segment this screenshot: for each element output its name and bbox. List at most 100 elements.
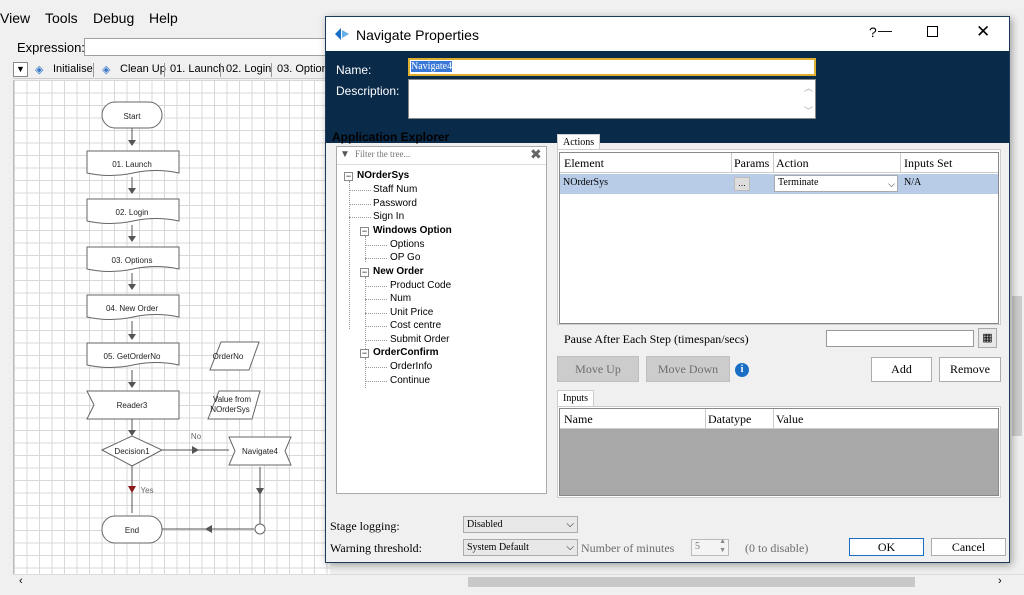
tree-line	[365, 340, 387, 341]
actions-grid-header: Element Params Action Inputs Set	[560, 153, 998, 173]
stage-logging-label: Stage logging:	[330, 519, 400, 533]
help-icon[interactable]: ?	[869, 24, 877, 40]
horizontal-scrollbar[interactable]: ‹ ›	[13, 574, 1024, 588]
warning-threshold-select[interactable]: System Default ⌵	[463, 539, 578, 556]
expression-input[interactable]	[84, 38, 330, 56]
move-down-button[interactable]: Move Down	[646, 356, 730, 382]
menu-debug[interactable]: Debug	[93, 10, 134, 26]
tree-line	[349, 204, 371, 205]
collapse-icon[interactable]: −	[360, 349, 369, 358]
info-icon[interactable]: i	[735, 363, 749, 377]
tree-item-unit-price[interactable]: Unit Price	[390, 307, 433, 318]
app-explorer-title: Application Explorer	[332, 130, 450, 144]
tree-line	[365, 245, 387, 246]
action-value: Terminate	[778, 177, 819, 188]
tree-item-staff-num[interactable]: Staff Num	[373, 184, 417, 195]
tree-line	[365, 381, 387, 382]
close-icon[interactable]: ✕	[976, 22, 990, 42]
tree-item-continue[interactable]: Continue	[390, 375, 430, 386]
tree-item-password[interactable]: Password	[373, 198, 417, 209]
toolbar-dropdown-button[interactable]: ▼	[13, 62, 28, 77]
clear-filter-icon[interactable]: ✖	[530, 146, 542, 163]
tab-02-login[interactable]: 02. Login	[226, 63, 271, 75]
flow-end-label: End	[125, 526, 139, 535]
name-value: Navigate4	[411, 61, 453, 72]
tree-item-nordersys[interactable]: NOrderSys	[357, 170, 409, 181]
tree-line	[365, 258, 387, 259]
vertical-scroll-thumb[interactable]	[1012, 296, 1022, 436]
flow-yes-label: Yes	[140, 486, 153, 495]
add-button[interactable]: Add	[871, 357, 932, 382]
move-up-button[interactable]: Move Up	[557, 356, 639, 382]
tree-item-num[interactable]: Num	[390, 293, 411, 304]
tree-item-sign-in[interactable]: Sign In	[373, 211, 404, 222]
expression-bar: Expression:	[0, 36, 330, 58]
scroll-left-icon[interactable]: ‹	[19, 575, 23, 587]
tree-item-cost-centre[interactable]: Cost centre	[390, 320, 441, 331]
maximize-icon[interactable]	[927, 26, 938, 37]
scroll-up-icon[interactable]: ︿	[804, 81, 813, 94]
scroll-down-icon[interactable]: ﹀	[804, 104, 813, 117]
toolbar-divider	[220, 63, 221, 77]
calculator-icon[interactable]: ▦	[978, 328, 997, 348]
vertical-scrollbar[interactable]	[1010, 36, 1024, 574]
flow-login-label: 02. Login	[116, 208, 149, 217]
cancel-button[interactable]: Cancel	[931, 538, 1006, 556]
row-element: NOrderSys	[563, 177, 608, 188]
tree-item-order-info[interactable]: OrderInfo	[390, 361, 432, 372]
horizontal-scroll-thumb[interactable]	[468, 577, 915, 587]
process-canvas[interactable]: Start 01. Launch 02. Login 03. Options 0…	[13, 80, 330, 574]
collapse-icon[interactable]: −	[360, 268, 369, 277]
minimize-icon[interactable]: —	[878, 22, 892, 38]
menu-view[interactable]: View	[0, 10, 30, 26]
page-icon: ◈	[102, 64, 111, 76]
minutes-stepper[interactable]: 5 ▲ ▼	[691, 538, 729, 556]
tree-item-new-order[interactable]: New Order	[373, 266, 424, 277]
col-action: Action	[776, 156, 809, 170]
tree-filter[interactable]: ▼ Filter the tree... ✖	[337, 146, 546, 165]
tree-item-windows-option[interactable]: Windows Option	[373, 225, 452, 236]
tree-item-options[interactable]: Options	[390, 239, 424, 250]
tree-item-op-go[interactable]: OP Go	[390, 252, 420, 263]
tree-item-order-confirm[interactable]: OrderConfirm	[373, 347, 439, 358]
page-icon: ◈	[35, 64, 44, 76]
menu-help[interactable]: Help	[149, 10, 178, 26]
name-field[interactable]: Navigate4	[408, 58, 816, 76]
flow-value-from-label-1: Value from	[213, 395, 251, 404]
dialog-title: Navigate Properties	[356, 27, 479, 43]
tree-item-submit-order[interactable]: Submit Order	[390, 334, 449, 345]
dialog-titlebar: Navigate Properties ? — ✕	[326, 17, 1009, 51]
inputs-grid-header: Name Datatype Value	[560, 409, 998, 429]
stage-logging-select[interactable]: Disabled ⌵	[463, 516, 578, 533]
flow-decision-label: Decision1	[114, 447, 150, 456]
tree-line	[365, 358, 366, 388]
stepper-up-icon[interactable]: ▲	[719, 538, 726, 545]
warning-threshold-label: Warning threshold:	[330, 541, 423, 555]
tree-line	[365, 367, 387, 368]
filter-placeholder: Filter the tree...	[355, 149, 411, 159]
action-select[interactable]: Terminate ⌵	[774, 175, 898, 192]
tab-initialise[interactable]: Initialise	[53, 63, 93, 75]
menu-tools[interactable]: Tools	[45, 10, 78, 26]
remove-button[interactable]: Remove	[939, 357, 1001, 382]
collapse-icon[interactable]: −	[360, 227, 369, 236]
collapse-icon[interactable]: −	[344, 172, 353, 181]
stepper-down-icon[interactable]: ▼	[719, 547, 726, 554]
description-field[interactable]: ︿ ﹀	[408, 79, 816, 119]
tab-inputs[interactable]: Inputs	[557, 390, 594, 406]
scroll-right-icon[interactable]: ›	[998, 575, 1002, 587]
pause-input[interactable]	[826, 330, 974, 347]
table-row[interactable]: NOrderSys ... Terminate ⌵ N/A	[560, 174, 998, 194]
tab-clean-up[interactable]: Clean Up	[120, 63, 166, 75]
row-inputs-set: N/A	[904, 177, 922, 188]
col-name: Name	[564, 412, 593, 426]
col-value: Value	[776, 412, 804, 426]
tree-item-product-code[interactable]: Product Code	[390, 280, 451, 291]
flow-start-label: Start	[124, 112, 142, 121]
ok-button[interactable]: OK	[849, 538, 924, 556]
tab-actions[interactable]: Actions	[557, 134, 601, 150]
flow-launch-label: 01. Launch	[112, 160, 152, 169]
inputs-grid: Name Datatype Value	[559, 408, 999, 496]
params-button[interactable]: ...	[734, 177, 750, 191]
tab-01-launch[interactable]: 01. Launch	[170, 63, 224, 75]
